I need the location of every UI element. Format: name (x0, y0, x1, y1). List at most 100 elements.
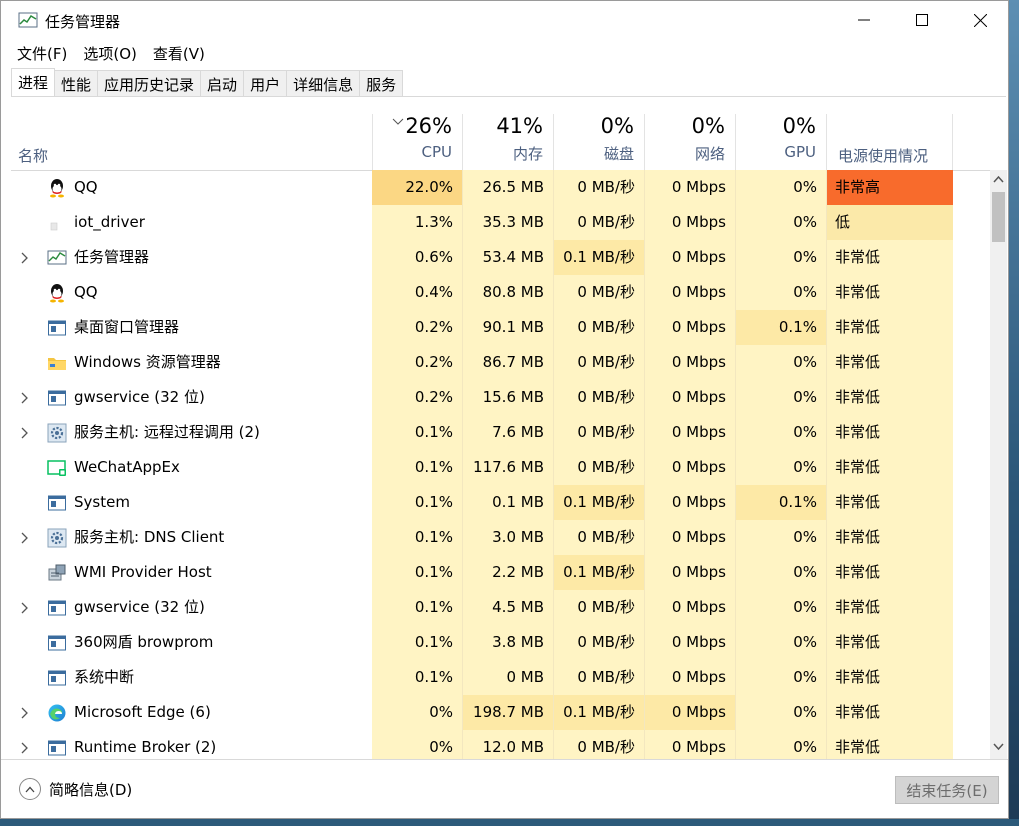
process-row[interactable]: Microsoft Edge (6) 0% 198.7 MB 0.1 MB/秒 0 Mb… (11, 695, 989, 730)
process-name: gwservice (32 位) (74, 388, 205, 406)
process-row[interactable]: WMI Provider Host 0.1% 2.2 MB 0.1 MB/秒 0 Mbp… (11, 555, 989, 590)
disk-cell: 0 MB/秒 (554, 590, 645, 625)
column-cpu-header[interactable]: 26% CPU (372, 114, 463, 170)
power-usage-cell: 非常低 (827, 275, 953, 310)
process-row[interactable]: Runtime Broker (2) 0% 12.0 MB 0 MB/秒 0 Mbps 0… (11, 730, 989, 759)
tab-performance[interactable]: 性能 (54, 70, 99, 96)
tab-app-history[interactable]: 应用历史记录 (97, 70, 202, 96)
disk-cell: 0.1 MB/秒 (554, 695, 645, 730)
cpu-cell: 22.0% (372, 170, 463, 205)
column-disk-header[interactable]: 0% 磁盘 (554, 114, 645, 170)
column-gpu-header[interactable]: 0% GPU (736, 114, 827, 170)
chevron-right-icon[interactable] (21, 427, 29, 439)
process-name: 360网盾 browprom (74, 633, 214, 651)
end-task-button[interactable]: 结束任务(E) (895, 776, 999, 804)
disk-cell: 0 MB/秒 (554, 625, 645, 660)
memory-cell: 0.1 MB (463, 485, 554, 520)
network-cell: 0 Mbps (645, 660, 736, 695)
network-cell: 0 Mbps (645, 450, 736, 485)
power-usage-cell: 非常低 (827, 345, 953, 380)
chevron-right-icon[interactable] (21, 252, 29, 264)
process-row[interactable]: gwservice (32 位) 0.1% 4.5 MB 0 MB/秒 0 Mbps 0%… (11, 590, 989, 625)
cpu-cell: 0.1% (372, 660, 463, 695)
menu-file[interactable]: 文件(F) (9, 41, 75, 65)
tab-startup[interactable]: 启动 (200, 70, 245, 96)
cpu-cell: 0.2% (372, 345, 463, 380)
process-row[interactable]: 系统中断 0.1% 0 MB 0 MB/秒 0 Mbps 0% 非常低 (11, 660, 989, 695)
minimize-button[interactable] (835, 1, 893, 39)
tab-processes[interactable]: 进程 (11, 68, 56, 96)
close-button[interactable] (951, 1, 1009, 39)
memory-cell: 7.6 MB (463, 415, 554, 450)
process-name: gwservice (32 位) (74, 598, 205, 616)
process-name: 服务主机: 远程过程调用 (2) (74, 423, 260, 441)
network-cell: 0 Mbps (645, 520, 736, 555)
gpu-cell: 0% (736, 730, 827, 759)
network-cell: 0 Mbps (645, 590, 736, 625)
power-usage-cell: 非常低 (827, 520, 953, 555)
memory-label: 内存 (512, 145, 543, 163)
tab-details[interactable]: 详细信息 (286, 70, 361, 96)
network-cell: 0 Mbps (645, 555, 736, 590)
process-row[interactable]: iot_driver 1.3% 35.3 MB 0 MB/秒 0 Mbps 0% 低 (11, 205, 989, 240)
tab-bar: 进程 性能 应用历史记录 启动 用户 详细信息 服务 (11, 68, 1006, 97)
vertical-scrollbar[interactable] (990, 170, 1007, 759)
process-row[interactable]: QQ 22.0% 26.5 MB 0 MB/秒 0 Mbps 0% 非常高 (11, 170, 989, 205)
disk-cell: 0 MB/秒 (554, 345, 645, 380)
menu-view[interactable]: 查看(V) (145, 41, 213, 65)
gpu-cell: 0% (736, 590, 827, 625)
chevron-right-icon[interactable] (21, 602, 29, 614)
gpu-label: GPU (784, 143, 816, 161)
wechat-icon (47, 458, 67, 478)
process-name: System (74, 493, 130, 511)
process-name: QQ (74, 178, 98, 196)
process-row[interactable]: 360网盾 browprom 0.1% 3.8 MB 0 MB/秒 0 Mbps 0% 非常… (11, 625, 989, 660)
column-network-header[interactable]: 0% 网络 (645, 114, 736, 170)
qq-icon (47, 178, 67, 198)
scroll-up-icon[interactable] (993, 175, 1004, 183)
scrollbar-thumb[interactable] (992, 192, 1005, 242)
window-title: 任务管理器 (45, 13, 121, 31)
process-row[interactable]: QQ 0.4% 80.8 MB 0 MB/秒 0 Mbps 0% 非常低 (11, 275, 989, 310)
column-memory-header[interactable]: 41% 内存 (463, 114, 554, 170)
column-name-header[interactable]: 名称 (18, 145, 48, 166)
process-row[interactable]: 任务管理器 0.6% 53.4 MB 0.1 MB/秒 0 Mbps 0% 非常低 (11, 240, 989, 275)
memory-total: 41% (496, 114, 543, 138)
title-bar[interactable]: 任务管理器 (1, 1, 1008, 39)
memory-cell: 198.7 MB (463, 695, 554, 730)
gpu-cell: 0% (736, 695, 827, 730)
fewer-details-button[interactable]: 简略信息(D) (19, 778, 132, 800)
cpu-cell: 0.1% (372, 415, 463, 450)
menu-options[interactable]: 选项(O) (75, 41, 145, 65)
column-power-header[interactable]: 电源使用情况 (838, 145, 928, 166)
window-app-icon (47, 493, 67, 513)
disk-cell: 0 MB/秒 (554, 205, 645, 240)
footer-bar: 简略信息(D) 结束任务(E) (1, 759, 1008, 820)
process-row[interactable]: 桌面窗口管理器 0.2% 90.1 MB 0 MB/秒 0 Mbps 0.1% 非常低 (11, 310, 989, 345)
memory-cell: 3.8 MB (463, 625, 554, 660)
chevron-right-icon[interactable] (21, 742, 29, 754)
process-row[interactable]: System 0.1% 0.1 MB 0.1 MB/秒 0 Mbps 0.1% 非常低 (11, 485, 989, 520)
scroll-down-icon[interactable] (993, 743, 1004, 751)
tab-services[interactable]: 服务 (359, 70, 404, 96)
process-row[interactable]: Windows 资源管理器 0.2% 86.7 MB 0 MB/秒 0 Mbps 0% 非常… (11, 345, 989, 380)
network-cell: 0 Mbps (645, 485, 736, 520)
chevron-right-icon[interactable] (21, 707, 29, 719)
maximize-icon (916, 14, 928, 26)
process-row[interactable]: gwservice (32 位) 0.2% 15.6 MB 0 MB/秒 0 Mbps 0… (11, 380, 989, 415)
process-row[interactable]: 服务主机: DNS Client 0.1% 3.0 MB 0 MB/秒 0 Mbps 0%… (11, 520, 989, 555)
cpu-cell: 0.1% (372, 450, 463, 485)
chevron-right-icon[interactable] (21, 532, 29, 544)
process-row[interactable]: WeChatAppEx 0.1% 117.6 MB 0 MB/秒 0 Mbps 0% 非常低 (11, 450, 989, 485)
process-row[interactable]: 服务主机: 远程过程调用 (2) 0.1% 7.6 MB 0 MB/秒 0 Mbps 0%… (11, 415, 989, 450)
column-header: 名称 26% CPU 41% 内存 0% 磁盘 0% 网络 0% GPU 电源使… (11, 114, 1006, 171)
window-app-icon (47, 388, 67, 408)
process-name: 系统中断 (74, 668, 135, 686)
maximize-button[interactable] (893, 1, 951, 39)
chevron-right-icon[interactable] (21, 392, 29, 404)
fewer-details-label: 简略信息(D) (49, 780, 133, 799)
cpu-cell: 0.1% (372, 485, 463, 520)
cpu-cell: 0% (372, 730, 463, 759)
network-cell: 0 Mbps (645, 170, 736, 205)
tab-users[interactable]: 用户 (243, 70, 288, 96)
